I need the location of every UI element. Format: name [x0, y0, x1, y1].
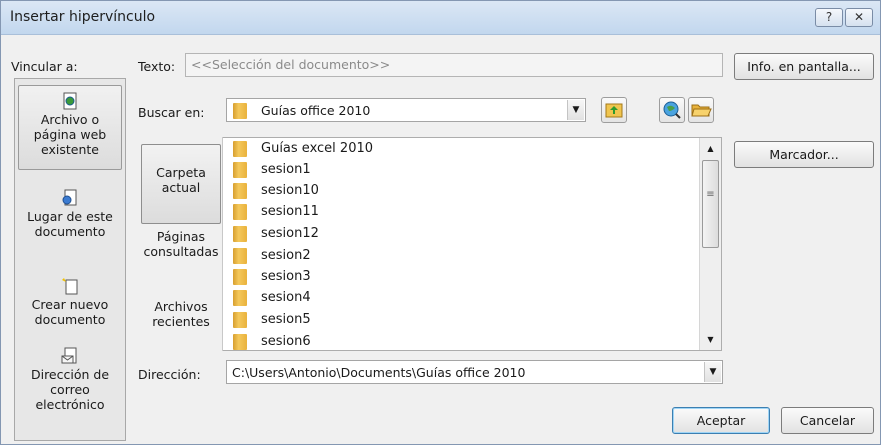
folder-icon: [233, 334, 247, 350]
list-item-name: sesion1: [261, 162, 311, 177]
link-item-label: documento: [34, 312, 106, 327]
link-item-label: página web: [33, 127, 107, 142]
scroll-up-icon[interactable]: ▲: [702, 141, 719, 156]
link-item-label: correo: [50, 382, 90, 397]
new-doc-icon: [62, 278, 78, 295]
folder-icon: [233, 183, 247, 199]
folder-icon: [233, 103, 247, 119]
places-bar: Carpeta actual Páginas consultadas Archi…: [127, 137, 223, 351]
folder-icon: [233, 290, 247, 306]
folder-icon: [233, 312, 247, 328]
address-combobox[interactable]: C:\Users\Antonio\Documents\Guías office …: [226, 360, 723, 384]
link-item-label: Crear nuevo: [31, 297, 109, 312]
look-in-dropdown[interactable]: Guías office 2010 ▼: [226, 98, 586, 122]
folder-icon: [233, 204, 247, 220]
link-create-new-document[interactable]: Crear nuevo documento: [18, 271, 122, 341]
tab-label: consultadas: [143, 244, 219, 259]
email-icon: [61, 347, 77, 364]
tab-label: Archivos: [154, 299, 208, 314]
tab-label: Carpeta: [156, 165, 206, 180]
chevron-down-icon[interactable]: ▼: [567, 100, 584, 120]
up-one-folder-button[interactable]: [601, 97, 627, 123]
link-item-label: Archivo o: [40, 112, 100, 127]
link-place-in-document[interactable]: Lugar de este documento: [18, 183, 122, 253]
tab-current-folder[interactable]: Carpeta actual: [141, 144, 221, 224]
cancel-button[interactable]: Cancelar: [781, 407, 874, 434]
list-item-name: sesion12: [261, 226, 319, 241]
folder-list: Guías excel 2010 sesion1 sesion10 sesion…: [227, 138, 697, 350]
address-value: C:\Users\Antonio\Documents\Guías office …: [232, 365, 526, 380]
link-item-label: Dirección de: [30, 367, 110, 382]
list-item-name: sesion10: [261, 183, 319, 198]
link-existing-file-or-web-page[interactable]: Archivo o página web existente: [18, 85, 122, 170]
list-item-name: sesion4: [261, 290, 311, 305]
folder-icon: [233, 162, 247, 178]
scrollbar-thumb[interactable]: ≡: [702, 160, 719, 248]
up-folder-icon: [605, 103, 623, 118]
screentip-button[interactable]: Info. en pantalla...: [734, 53, 874, 80]
list-item-name: sesion6: [261, 334, 311, 349]
close-button[interactable]: ✕: [845, 8, 873, 27]
address-label: Dirección:: [138, 367, 201, 382]
insert-hyperlink-dialog: Insertar hipervínculo ? ✕ Vincular a: Ar…: [0, 0, 881, 445]
folder-icon: [233, 141, 247, 157]
link-to-panel: Archivo o página web existente Lugar de …: [14, 78, 126, 441]
list-item-name: sesion2: [261, 248, 311, 263]
list-item-name: sesion11: [261, 204, 319, 219]
list-item-name: sesion5: [261, 312, 311, 327]
help-button[interactable]: ?: [815, 8, 843, 27]
link-email-address[interactable]: Dirección de correo electrónico: [18, 341, 122, 431]
title-bar: Insertar hipervínculo ? ✕: [1, 1, 880, 35]
tab-browsed-pages[interactable]: Páginas consultadas: [141, 229, 221, 269]
window-title: Insertar hipervínculo: [10, 9, 156, 25]
open-folder-icon: [691, 104, 712, 117]
list-item-name: Guías excel 2010: [261, 141, 374, 156]
bookmark-button[interactable]: Marcador...: [734, 141, 874, 168]
link-item-label: documento: [34, 224, 106, 239]
look-in-value: Guías office 2010: [261, 103, 371, 118]
folder-icon: [233, 248, 247, 264]
text-to-display-field[interactable]: <<Selección del documento>>: [185, 53, 723, 77]
tab-label: Páginas: [156, 229, 206, 244]
globe-search-icon: [663, 101, 681, 119]
folder-icon: [233, 269, 247, 285]
folder-icon: [233, 226, 247, 242]
browse-web-button[interactable]: [659, 97, 685, 123]
link-to-label: Vincular a:: [11, 59, 78, 74]
chevron-down-icon[interactable]: ▼: [704, 362, 721, 382]
tab-recent-files[interactable]: Archivos recientes: [141, 299, 221, 339]
scroll-down-icon[interactable]: ▼: [702, 332, 719, 347]
ok-button[interactable]: Aceptar: [672, 407, 770, 434]
link-item-label: Lugar de este: [27, 209, 113, 224]
tab-label: recientes: [152, 314, 210, 329]
place-in-doc-icon: [62, 189, 77, 206]
web-page-icon: [63, 92, 77, 110]
text-label: Texto:: [138, 59, 176, 74]
look-in-label: Buscar en:: [138, 105, 205, 120]
link-item-label: existente: [41, 142, 99, 157]
browse-file-button[interactable]: [688, 97, 714, 123]
vertical-scrollbar[interactable]: ▲ ≡ ▼: [699, 138, 721, 350]
list-item-name: sesion3: [261, 269, 311, 284]
tab-label: actual: [161, 180, 201, 195]
link-item-label: electrónico: [35, 397, 105, 412]
